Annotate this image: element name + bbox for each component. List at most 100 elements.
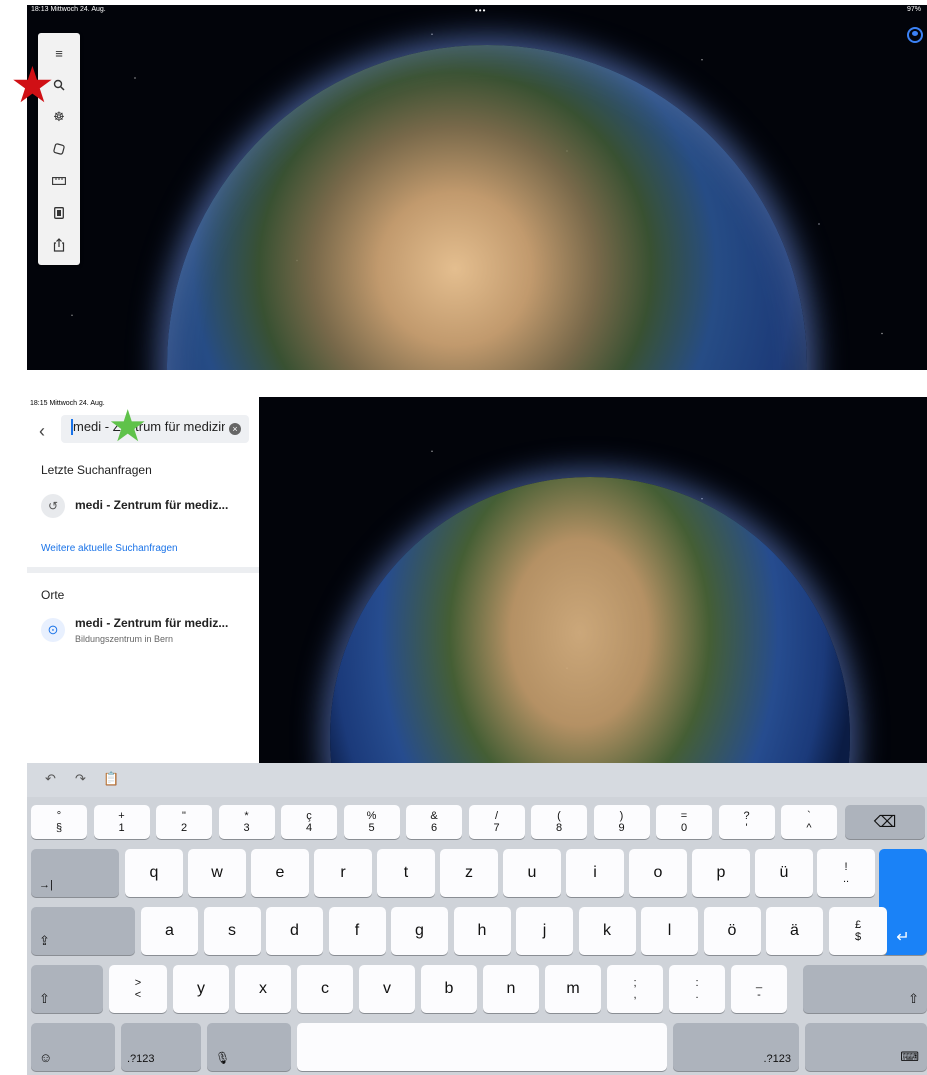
key-letter[interactable]: p — [692, 849, 750, 897]
key-letter[interactable]: t — [377, 849, 435, 897]
key-letter[interactable]: k — [578, 907, 636, 955]
key-punctuation[interactable]: :. — [669, 965, 725, 1013]
key-letter[interactable]: a — [141, 907, 198, 955]
key-top-char: = — [680, 810, 688, 822]
redo-icon[interactable]: ↷ — [75, 771, 86, 787]
key-bottom-char: , — [633, 989, 637, 1001]
key-letter[interactable]: y — [173, 965, 229, 1013]
key-bottom-char: ' — [745, 822, 748, 834]
key-letter[interactable]: z — [440, 849, 498, 897]
caps-lock-key[interactable]: ⇪ — [31, 907, 135, 955]
key-letter[interactable]: x — [235, 965, 291, 1013]
key-number-3[interactable]: * 3 — [218, 805, 275, 839]
key-letter[interactable]: v — [359, 965, 415, 1013]
key-bottom-char: .. — [842, 873, 850, 885]
key-top-char: ç — [306, 810, 312, 822]
place-result-title[interactable]: medi - Zentrum für mediz... — [75, 616, 228, 630]
key-number-5[interactable]: % 5 — [343, 805, 400, 839]
key-top-char: * — [244, 810, 249, 822]
key-letter[interactable]: ö — [703, 907, 761, 955]
microphone-key[interactable]: 🎙 — [207, 1023, 291, 1071]
key-letter[interactable]: r — [314, 849, 372, 897]
share-icon[interactable] — [38, 229, 80, 261]
key-top-char: _ — [755, 977, 763, 989]
emoji-key[interactable]: ☺ — [31, 1023, 115, 1071]
key-letter[interactable]: m — [545, 965, 601, 1013]
key-number-0[interactable]: ° § — [31, 805, 87, 839]
key-bottom-char: 3 — [243, 822, 250, 834]
key-bottom-char: 5 — [368, 822, 375, 834]
key-bottom-char: ^ — [806, 822, 812, 834]
numbers-key-right[interactable]: .?123 — [673, 1023, 799, 1071]
key-number-11[interactable]: ? ' — [718, 805, 775, 839]
key-angle[interactable]: > < — [109, 965, 167, 1013]
tab-key[interactable]: →| — [31, 849, 119, 897]
key-number-7[interactable]: /7 — [468, 805, 525, 839]
key-number-2[interactable]: " 2 — [156, 805, 212, 839]
key-letter[interactable]: n — [483, 965, 539, 1013]
key-letter[interactable]: c — [297, 965, 353, 1013]
key-letter[interactable]: w — [188, 849, 246, 897]
key-letter[interactable]: j — [516, 907, 573, 955]
key-top-char: ; — [633, 977, 637, 989]
shift-right-key[interactable]: ⇧ — [803, 965, 927, 1013]
key-letter[interactable]: q — [125, 849, 183, 897]
key-top-char: ( — [557, 810, 561, 822]
clear-icon[interactable]: × — [229, 423, 241, 435]
delete-key[interactable]: ⌫ — [845, 805, 925, 839]
key-letter[interactable]: s — [203, 907, 261, 955]
hide-keyboard-key[interactable]: ⌨ — [805, 1023, 927, 1071]
dice-icon[interactable] — [38, 133, 80, 165]
key-letter[interactable]: b — [421, 965, 477, 1013]
key-letter[interactable]: f — [328, 907, 386, 955]
key-letter[interactable]: g — [391, 907, 448, 955]
back-arrow-icon[interactable]: ‹ — [39, 421, 45, 442]
key-letter[interactable]: d — [266, 907, 323, 955]
globe-screen-2: 18:15 Mittwoch 24. Aug. ‹ medi - Zentrum… — [27, 397, 927, 1075]
place-result-subtitle: Bildungszentrum in Bern — [75, 634, 174, 644]
key-letter[interactable]: e — [251, 849, 309, 897]
key-letter[interactable]: o — [629, 849, 687, 897]
search-input[interactable]: medi - Zentrum für medizini: — [73, 419, 225, 434]
key-punctuation[interactable]: ;, — [607, 965, 663, 1013]
key-top-char: £ — [854, 919, 862, 931]
key-number-9[interactable]: ) 9 — [593, 805, 650, 839]
ruler-icon[interactable] — [38, 165, 80, 197]
battery-status: 97% — [906, 6, 921, 13]
account-icon[interactable] — [907, 27, 923, 43]
key-number-6[interactable]: & 6 — [406, 805, 462, 839]
key-top-char: ! — [844, 861, 848, 873]
key-number-10[interactable]: = 0 — [656, 805, 712, 839]
more-recent-searches-link[interactable]: Weitere aktuelle Suchanfragen — [41, 543, 178, 554]
recent-search-item[interactable]: medi - Zentrum für mediz... — [75, 498, 228, 512]
key-top-char: ) — [619, 810, 624, 822]
multitask-dots[interactable]: ••• — [475, 6, 486, 15]
key-number-4[interactable]: ç4 — [281, 805, 337, 839]
numbers-key-left[interactable]: .?123 — [121, 1023, 201, 1071]
key-bottom-char: - — [757, 989, 761, 1001]
undo-icon[interactable]: ↶ — [45, 771, 56, 787]
key-letter[interactable]: ä — [766, 907, 823, 955]
key-number-12[interactable]: ` ^ — [781, 805, 837, 839]
paste-icon[interactable]: 📋 — [103, 771, 119, 787]
section-divider — [27, 567, 259, 573]
key-punctuation[interactable]: _ - — [731, 965, 787, 1013]
key-letter[interactable]: ü — [755, 849, 813, 897]
key-number-1[interactable]: +1 — [93, 805, 150, 839]
key-letter[interactable]: i — [566, 849, 624, 897]
key-exclamation[interactable]: ! .. — [817, 849, 875, 897]
projects-icon[interactable] — [38, 197, 80, 229]
history-icon: ↺ — [41, 494, 65, 518]
key-bottom-char: 0 — [680, 822, 688, 834]
status-time: 18:15 Mittwoch 24. Aug. — [30, 400, 105, 407]
key-top-char: ? — [743, 810, 750, 822]
key-letter[interactable]: u — [503, 849, 561, 897]
key-number-8[interactable]: (8 — [531, 805, 587, 839]
onscreen-keyboard: ↶ ↷ 📋 ⌫ →| ! .. ↵ ⇪ £ $ ⇧ > < ⇧ ☺ .?123 … — [27, 763, 927, 1075]
key-letter[interactable]: h — [453, 907, 511, 955]
globe-screen-1: 18:13 Mittwoch 24. Aug. ••• 97% ≡ ☸ — [27, 5, 927, 370]
key-letter[interactable]: l — [641, 907, 698, 955]
key-pound[interactable]: £ $ — [829, 907, 887, 955]
shift-left-key[interactable]: ⇧ — [31, 965, 103, 1013]
space-key[interactable] — [297, 1023, 667, 1071]
